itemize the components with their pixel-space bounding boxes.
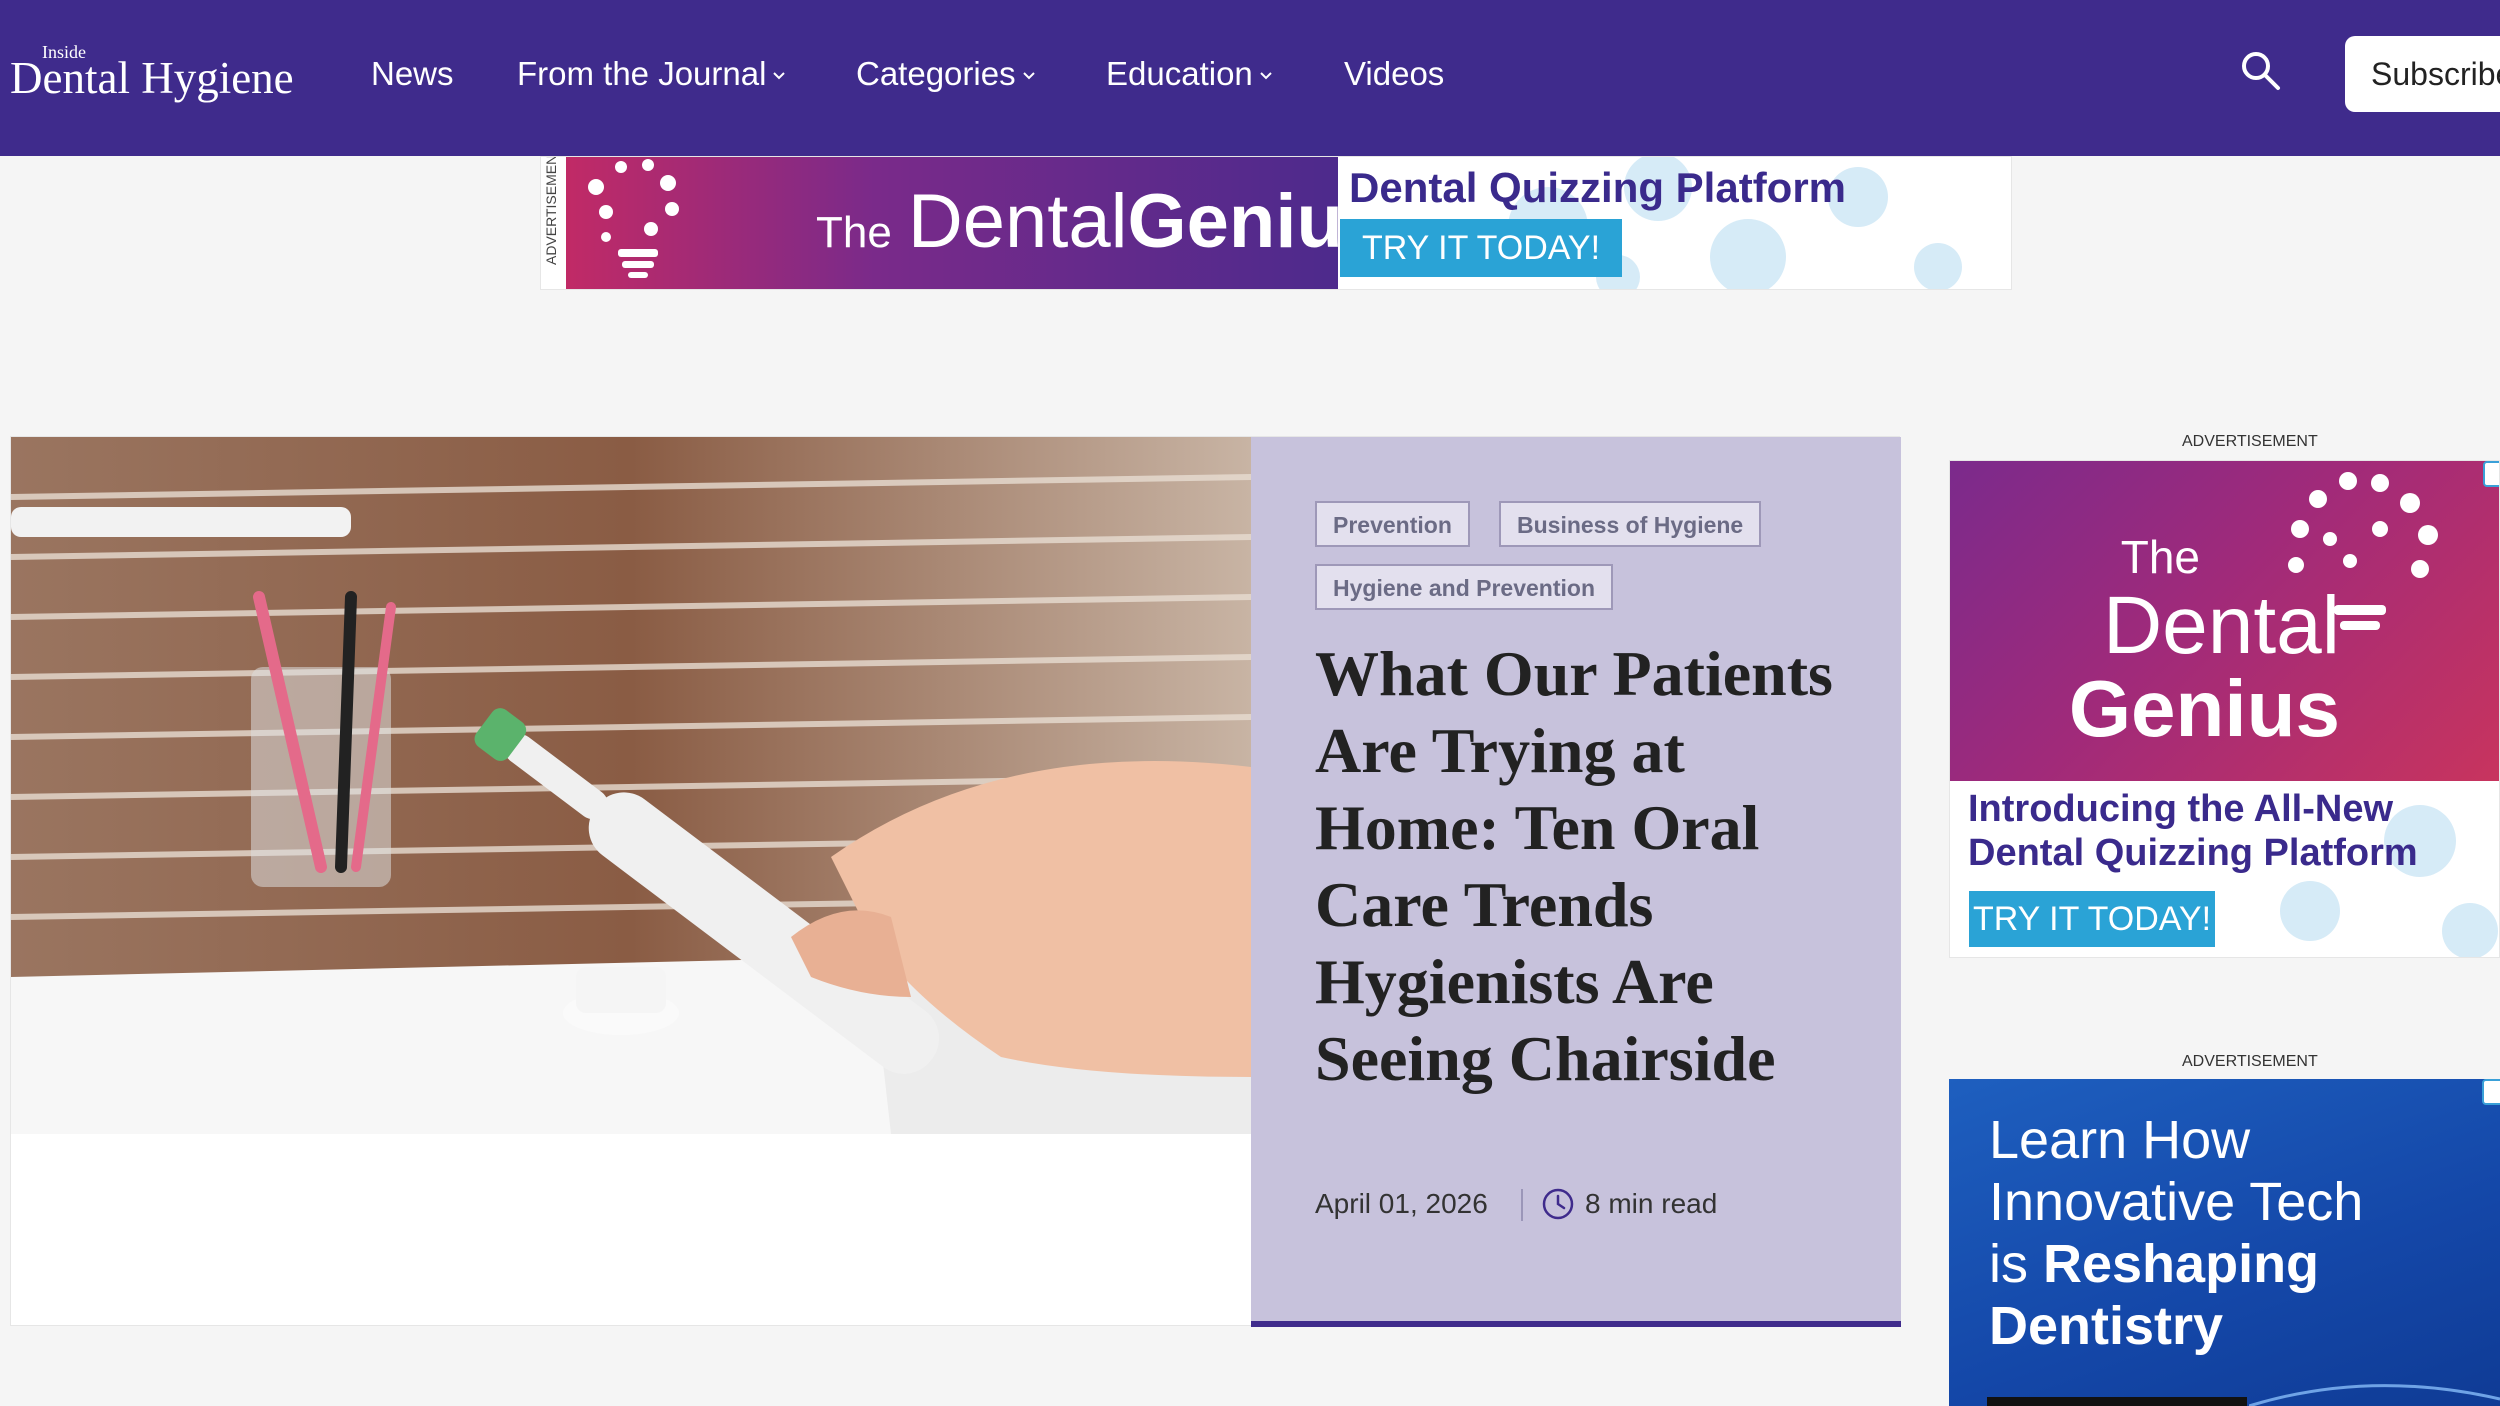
nav-from-the-journal-label: From the Journal	[517, 55, 767, 92]
nav-videos-label: Videos	[1344, 55, 1445, 92]
ad-label: ADVERTISEMENT	[543, 156, 559, 265]
sidebar-ad2-line4: Dentistry	[1989, 1296, 2224, 1356]
sidebar-ad2-line1: Learn How	[1989, 1110, 2251, 1170]
ad-brand-genius: Genius	[1127, 179, 1338, 264]
nav-news[interactable]: News	[371, 50, 454, 98]
chevron-down-icon	[773, 72, 786, 80]
sidebar-ad2-line2: Innovative Tech	[1989, 1172, 2364, 1232]
nav-news-label: News	[371, 55, 454, 92]
sidebar-ad2-cta-edge[interactable]	[1987, 1397, 2247, 1406]
ad-brand-block: The DentalGenius	[566, 157, 1338, 289]
sidebar-ad2-line3-pre: is	[1989, 1234, 2043, 1294]
chevron-down-icon	[1022, 72, 1035, 80]
advertisement-label: ADVERTISEMENT	[2182, 1053, 2318, 1070]
top-banner-ad[interactable]: ADVERTISEMENT The DentalGenius Dental Qui…	[540, 156, 2012, 290]
ad-brand-the: The	[816, 208, 892, 257]
lightbulb-logo-icon	[588, 159, 679, 278]
article-title[interactable]: What Our Patients Are Trying at Home: Te…	[1315, 635, 1875, 1097]
sidebar-ad2-headline: Learn How Innovative Tech is Reshaping D…	[1989, 1109, 2469, 1357]
meta-divider	[1521, 1189, 1523, 1221]
nav-categories[interactable]: Categories	[856, 50, 1036, 98]
tag-business-of-hygiene[interactable]: Business of Hygiene	[1499, 501, 1762, 547]
article-read-time: 8 min read	[1585, 1188, 1718, 1219]
sidebar-ad-cta-button[interactable]: TRY IT TODAY!	[1969, 891, 2215, 947]
sidebar-ad-copy: Introducing the All-New Dental Quizzing …	[1968, 787, 2418, 875]
chevron-down-icon	[1260, 72, 1272, 80]
sidebar-ad2-line3-bold: Reshaping	[2043, 1234, 2320, 1294]
ad-cta-button[interactable]: TRY IT TODAY!	[1340, 219, 1622, 277]
featured-article-image[interactable]	[11, 437, 1251, 1134]
top-navigation-bar: Inside Dental Hygiene News From the Jour…	[0, 0, 2500, 156]
logo-title: Dental Hygiene	[10, 53, 294, 103]
sidebar-ad-brand-genius: Genius	[2068, 664, 2340, 753]
nav-categories-label: Categories	[856, 55, 1016, 92]
featured-article-card[interactable]: Prevention Business of Hygiene Hygiene a…	[10, 436, 1901, 1327]
subscribe-button[interactable]: Subscribe	[2345, 36, 2500, 112]
search-icon	[2242, 52, 2280, 90]
sidebar-ad-dental-genius[interactable]: The Dental Genius Introducing the All-Ne…	[1949, 460, 2500, 958]
tag-prevention[interactable]: Prevention	[1315, 501, 1470, 547]
toothbrush-photo	[11, 437, 1251, 1134]
adchoices-icon[interactable]	[2483, 461, 2499, 487]
adchoices-icon[interactable]	[2482, 1079, 2500, 1105]
nav-education[interactable]: Education	[1106, 50, 1273, 98]
ad-brand-dental: Dental	[907, 179, 1128, 264]
sidebar-ad-copy-line1: Introducing the All-New	[1968, 788, 2394, 830]
sidebar-ad-brand-dental: Dental	[2102, 580, 2340, 671]
featured-article-panel: Prevention Business of Hygiene Hygiene a…	[1251, 437, 1901, 1327]
article-date: April 01, 2026	[1315, 1188, 1488, 1219]
ad-headline: Dental Quizzing Platform	[1349, 164, 1847, 211]
nav-videos[interactable]: Videos	[1344, 50, 1444, 98]
tag-hygiene-and-prevention[interactable]: Hygiene and Prevention	[1315, 564, 1614, 610]
sidebar-ad-innovative-tech[interactable]: Learn How Innovative Tech is Reshaping D…	[1949, 1079, 2500, 1406]
decorative-arc	[2249, 1384, 2500, 1406]
search-button[interactable]	[2240, 50, 2290, 100]
sidebar-ad2-line3: is Reshaping	[1989, 1233, 2469, 1295]
sidebar-ad-copy-line2: Dental Quizzing Platform	[1968, 832, 2418, 874]
sidebar-ad-brand-the: The	[2120, 531, 2200, 583]
sidebar-ad-brand-name: The Dental Genius	[1950, 531, 2340, 749]
article-meta: April 01, 2026 8 min read	[1315, 1185, 1717, 1223]
sidebar-ad-brand-area: The Dental Genius	[1950, 461, 2499, 781]
clock-icon	[1542, 1188, 1574, 1220]
advertisement-label: ADVERTISEMENT	[2182, 433, 2318, 450]
nav-from-the-journal[interactable]: From the Journal	[517, 50, 786, 98]
nav-education-label: Education	[1106, 55, 1253, 92]
ad-brand-name: The DentalGenius	[816, 167, 1338, 288]
